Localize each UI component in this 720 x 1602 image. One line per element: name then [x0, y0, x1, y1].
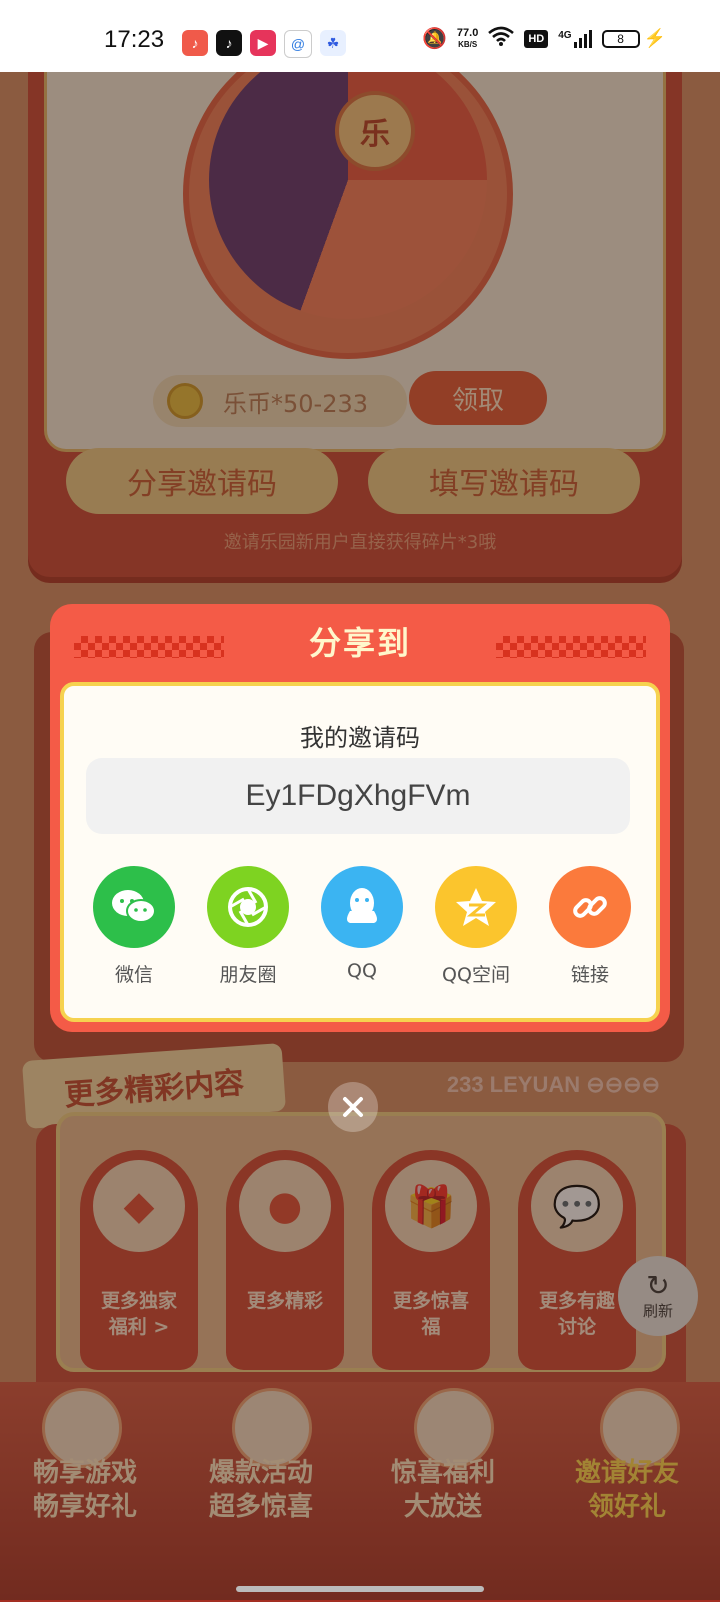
signal-icon: 4G	[558, 29, 592, 48]
baidu-app-icon: ☘	[320, 30, 346, 56]
share-option-qq[interactable]: QQ	[314, 866, 410, 982]
network-type: 4G	[558, 29, 572, 41]
invite-code-box[interactable]: Ey1FDgXhgFVm	[86, 758, 630, 834]
qq-icon	[321, 866, 403, 948]
status-bar: 17:23 ♪ ♪ ▶ @ ☘ 🔕 77.0 KB/S HD 4G 8 ⚡	[0, 0, 720, 72]
share-option-qzone[interactable]: QQ空间	[428, 866, 524, 987]
share-option-moments[interactable]: 朋友圈	[200, 866, 296, 987]
notification-icons: ♪ ♪ ▶ @ ☘	[182, 30, 346, 58]
browser-app-icon: @	[284, 30, 312, 58]
share-modal: 分享到 我的邀请码 Ey1FDgXhgFVm 微信 朋友圈 QQ QQ空间 链接	[50, 604, 670, 1032]
share-option-label: 朋友圈	[219, 964, 277, 986]
share-modal-body: 我的邀请码 Ey1FDgXhgFVm 微信 朋友圈 QQ QQ空间 链接	[60, 682, 660, 1022]
share-option-label: 链接	[570, 964, 609, 986]
video-app-icon: ▶	[250, 30, 276, 56]
hd-badge: HD	[524, 29, 549, 48]
share-option-wechat[interactable]: 微信	[86, 866, 182, 987]
net-speed-unit: KB/S	[458, 39, 478, 49]
music-app-icon: ♪	[182, 30, 208, 56]
invite-code-label: 我的邀请码	[300, 724, 420, 752]
moments-icon	[207, 866, 289, 948]
share-option-label: QQ空间	[442, 964, 510, 986]
share-option-link[interactable]: 链接	[542, 866, 638, 987]
wifi-icon	[488, 26, 515, 51]
status-right: 🔕 77.0 KB/S HD 4G 8 ⚡	[422, 26, 666, 51]
close-icon	[343, 1097, 363, 1117]
net-speed-value: 77.0	[456, 26, 479, 39]
charging-icon: ⚡	[643, 28, 666, 48]
wechat-icon	[93, 866, 175, 948]
tiktok-app-icon: ♪	[216, 30, 242, 56]
link-icon	[549, 866, 631, 948]
mute-icon: 🔕	[422, 28, 447, 50]
share-modal-title: 分享到	[308, 624, 411, 662]
net-speed: 77.0 KB/S	[456, 26, 479, 50]
qzone-icon	[435, 866, 517, 948]
status-time: 17:23	[104, 26, 165, 53]
share-option-label: QQ	[347, 960, 377, 982]
home-indicator[interactable]	[236, 1586, 484, 1592]
share-option-label: 微信	[114, 964, 153, 986]
battery-indicator: 8	[601, 29, 640, 48]
close-modal-button[interactable]	[328, 1082, 378, 1132]
